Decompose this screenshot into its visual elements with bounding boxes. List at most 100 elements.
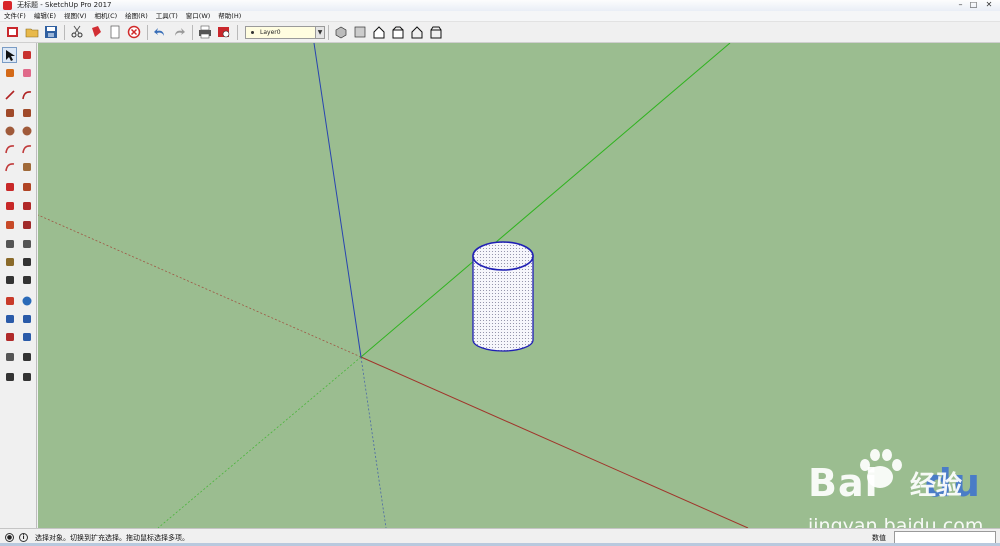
watermark-jingyan: 经验: [910, 471, 963, 501]
freehand-tool-button[interactable]: [19, 87, 34, 103]
paint-bucket-icon: [5, 69, 14, 77]
offset-tool-button[interactable]: [19, 217, 34, 233]
zoom-window-tool-button[interactable]: [19, 311, 34, 327]
layer-dropdown[interactable]: Layer0 ▼: [245, 25, 325, 39]
pan-tool-button[interactable]: [19, 369, 34, 385]
tape-measure-tool-button[interactable]: [2, 236, 17, 252]
rotated-rectangle-tool-button[interactable]: [19, 105, 34, 121]
erase-button[interactable]: [106, 24, 123, 41]
pie-tool-button[interactable]: [19, 159, 34, 175]
follow-me-icon: [22, 202, 31, 210]
document-icon: [110, 25, 119, 39]
minimize-button[interactable]: –: [954, 0, 967, 10]
protractor-tool-button[interactable]: [2, 254, 17, 270]
view-top-button[interactable]: [351, 24, 368, 41]
look-around-tool-button[interactable]: [19, 349, 34, 365]
house-front-icon: [373, 26, 384, 39]
previous-tool-button[interactable]: [19, 329, 34, 345]
tool-palette-row: [2, 123, 36, 139]
model-info-icon: [217, 27, 229, 38]
title-bar: 无标题 - SketchUp Pro 2017 – □ ✕: [0, 0, 1000, 11]
tool-palette-row: [2, 87, 36, 103]
follow-me-tool-button[interactable]: [19, 198, 34, 214]
menu-edit[interactable]: 编辑(E): [30, 11, 60, 22]
menu-window[interactable]: 窗口(W): [182, 11, 215, 22]
axes-tool-button[interactable]: [2, 272, 17, 288]
menu-tools[interactable]: 工具(T): [152, 11, 182, 22]
circle-tool-button[interactable]: [2, 123, 17, 139]
undo-button[interactable]: [151, 24, 168, 41]
select-tool-button[interactable]: [2, 47, 18, 63]
blue-axis: [313, 43, 362, 358]
tool-palette-row: [2, 329, 36, 345]
menu-camera[interactable]: 相机(C): [91, 11, 122, 22]
zoom-extents-tool-button[interactable]: [2, 329, 17, 345]
arc-tool-button[interactable]: [2, 141, 17, 157]
chevron-down-icon[interactable]: ▼: [315, 26, 324, 38]
circle-icon: [5, 126, 14, 136]
geolocation-icon[interactable]: ●: [5, 533, 14, 542]
menu-view[interactable]: 视图(V): [60, 11, 91, 22]
green-axis: [360, 43, 731, 358]
three-point-arc-tool-button[interactable]: [2, 159, 17, 175]
eraser-tool-button[interactable]: [19, 65, 34, 81]
position-camera-tool-button[interactable]: [2, 349, 17, 365]
house-right-icon: [392, 26, 403, 39]
line-tool-button[interactable]: [2, 87, 17, 103]
two-point-arc-tool-button[interactable]: [19, 141, 34, 157]
toolbar-separator: [237, 24, 238, 40]
move-icon: [5, 183, 14, 191]
polygon-tool-button[interactable]: [19, 123, 34, 139]
tool-palette-row: [2, 272, 36, 288]
push-pull-tool-button[interactable]: [19, 179, 34, 195]
rotate-tool-button[interactable]: [2, 198, 17, 214]
info-icon[interactable]: i: [19, 533, 28, 542]
scale-tool-button[interactable]: [2, 217, 17, 233]
cut-button[interactable]: [68, 24, 85, 41]
orbit-icon: [22, 296, 31, 306]
drawing-viewport[interactable]: Bai du 经验 jingyan.baidu.com: [38, 43, 1000, 528]
save-button[interactable]: [42, 24, 59, 41]
top-view-icon: [354, 26, 365, 38]
maximize-button[interactable]: □: [967, 0, 980, 10]
section-plane-tool-button[interactable]: [2, 293, 17, 309]
model-info-button[interactable]: [215, 24, 232, 41]
text-tool-button[interactable]: [19, 254, 34, 270]
menu-file[interactable]: 文件(F): [0, 11, 30, 22]
menu-help[interactable]: 帮助(H): [214, 11, 245, 22]
zoom-icon: [5, 315, 14, 323]
3d-text-tool-button[interactable]: [19, 272, 34, 288]
redo-button[interactable]: [170, 24, 187, 41]
open-button[interactable]: [23, 24, 40, 41]
zoom-tool-button[interactable]: [2, 311, 17, 327]
move-tool-button[interactable]: [2, 179, 17, 195]
freehand-icon: [21, 91, 31, 100]
delete-button[interactable]: [125, 24, 142, 41]
dimension-tool-button[interactable]: [19, 236, 34, 252]
menu-draw[interactable]: 绘图(R): [121, 11, 152, 22]
selected-cylinder[interactable]: [472, 241, 534, 352]
view-back-button[interactable]: [408, 24, 425, 41]
view-left-button[interactable]: [427, 24, 444, 41]
component-tool-button[interactable]: [19, 47, 34, 63]
watermark-url: jingyan.baidu.com: [808, 515, 984, 528]
tool-palette-row: [2, 198, 36, 214]
position-camera-icon: [5, 353, 14, 361]
save-icon: [44, 26, 57, 38]
pan-icon: [22, 373, 31, 381]
rectangle-tool-button[interactable]: [2, 105, 17, 121]
undo-icon: [153, 28, 164, 36]
view-right-button[interactable]: [389, 24, 406, 41]
print-button[interactable]: [196, 24, 213, 41]
view-front-button[interactable]: [370, 24, 387, 41]
zoom-window-icon: [22, 315, 31, 323]
paint-button[interactable]: [87, 24, 104, 41]
red-axis: [360, 356, 749, 528]
getting-started-button[interactable]: [4, 24, 21, 41]
walk-tool-button[interactable]: [2, 369, 17, 385]
orbit-tool-button[interactable]: [19, 293, 34, 309]
view-iso-button[interactable]: [332, 24, 349, 41]
tool-palette-row: [2, 254, 36, 270]
close-button[interactable]: ✕: [980, 0, 998, 10]
paint-bucket-tool-button[interactable]: [2, 65, 17, 81]
